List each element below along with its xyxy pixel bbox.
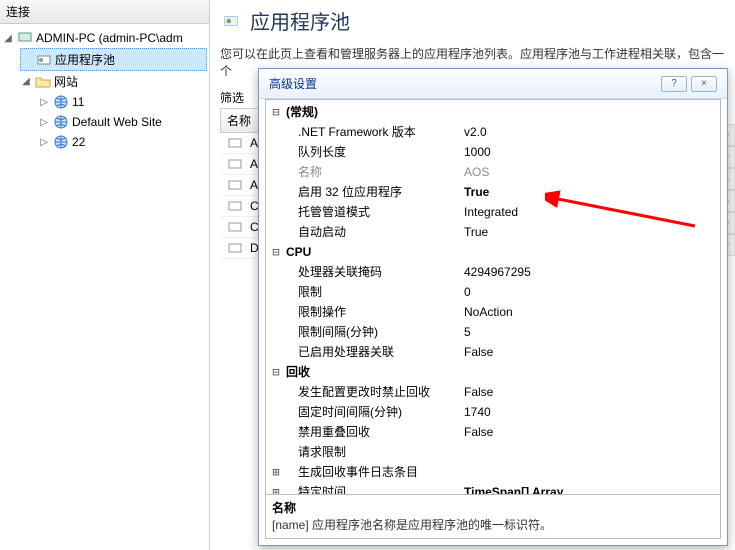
row-label: A <box>250 157 258 171</box>
prop-auto-start[interactable]: 自动启动True <box>268 222 718 242</box>
server-icon <box>17 30 33 46</box>
tree-sites-node[interactable]: ◢ 网站 <box>20 71 207 92</box>
category-cpu[interactable]: CPU <box>284 242 464 262</box>
connections-panel: 连接 ◢ ADMIN-PC (admin-PC\adm 应用程序池 ◢ 网站 ▷… <box>0 0 210 550</box>
tree-label: ADMIN-PC (admin-PC\adm <box>36 31 183 45</box>
filter-label: 筛选 <box>220 89 244 106</box>
collapse-icon[interactable]: ⊟ <box>268 102 284 122</box>
apppool-icon <box>227 156 243 172</box>
folder-icon <box>35 74 51 90</box>
expand-icon[interactable]: ▷ <box>38 137 50 148</box>
tree-label: 22 <box>72 135 85 149</box>
apppool-icon <box>36 52 52 68</box>
tree-site-node[interactable]: ▷ 11 <box>38 92 207 112</box>
description-pane: 名称 [name] 应用程序池名称是应用程序池的唯一标识符。 <box>266 494 720 538</box>
collapse-icon[interactable]: ◢ <box>20 76 32 87</box>
advanced-settings-dialog: 高级设置 ? × ⊟(常规) .NET Framework 版本v2.0 队列长… <box>258 68 728 546</box>
apppool-icon <box>227 177 243 193</box>
collapse-icon[interactable]: ◢ <box>2 33 14 44</box>
prop-affinity-mask[interactable]: 处理器关联掩码4294967295 <box>268 262 718 282</box>
property-grid[interactable]: ⊟(常规) .NET Framework 版本v2.0 队列长度1000 名称A… <box>266 100 720 494</box>
globe-icon <box>53 134 69 150</box>
tree-site-node[interactable]: ▷ Default Web Site <box>38 112 207 132</box>
apppool-icon <box>227 135 243 151</box>
dialog-body: ⊟(常规) .NET Framework 版本v2.0 队列长度1000 名称A… <box>265 99 721 539</box>
collapse-icon[interactable]: ⊟ <box>268 362 284 382</box>
tree-site-node[interactable]: ▷ 22 <box>38 132 207 152</box>
page-title: 应用程序池 <box>250 6 350 35</box>
prop-regular-interval[interactable]: 固定时间间隔(分钟)1740 <box>268 402 718 422</box>
prop-queue-length[interactable]: 队列长度1000 <box>268 142 718 162</box>
category-general[interactable]: (常规) <box>284 102 464 122</box>
tree-app-pools[interactable]: 应用程序池 <box>20 48 207 71</box>
prop-name[interactable]: 名称AOS <box>268 162 718 182</box>
connections-header: 连接 <box>0 0 209 24</box>
expand-icon[interactable]: ⊞ <box>268 462 284 482</box>
collapse-icon[interactable]: ⊟ <box>268 242 284 262</box>
prop-disallow-rotation[interactable]: 禁用重叠回收False <box>268 422 718 442</box>
apppool-icon <box>227 219 243 235</box>
prop-limit-interval[interactable]: 限制间隔(分钟)5 <box>268 322 718 342</box>
tree: ◢ ADMIN-PC (admin-PC\adm 应用程序池 ◢ 网站 ▷11▷… <box>0 24 209 156</box>
prop-gen-events[interactable]: ⊞生成回收事件日志条目 <box>268 462 718 482</box>
help-button[interactable]: ? <box>661 76 687 92</box>
expand-icon[interactable]: ▷ <box>38 117 50 128</box>
tree-server-node[interactable]: ◢ ADMIN-PC (admin-PC\adm <box>2 28 207 48</box>
tree-label: 应用程序池 <box>55 51 115 68</box>
globe-icon <box>53 94 69 110</box>
row-label: A <box>250 178 258 192</box>
prop-netfx[interactable]: .NET Framework 版本v2.0 <box>268 122 718 142</box>
tree-label: 11 <box>72 95 84 109</box>
apppool-icon <box>227 198 243 214</box>
prop-limit-action[interactable]: 限制操作NoAction <box>268 302 718 322</box>
apppool-icon <box>227 240 243 256</box>
globe-icon <box>53 114 69 130</box>
tree-label: 网站 <box>54 73 78 90</box>
description-title: 名称 <box>272 499 714 516</box>
row-label: A <box>250 136 258 150</box>
dialog-titlebar[interactable]: 高级设置 ? × <box>259 69 727 99</box>
description-text: [name] 应用程序池名称是应用程序池的唯一标识符。 <box>272 516 714 533</box>
category-recycle[interactable]: 回收 <box>284 362 464 382</box>
prop-request-limit[interactable]: 请求限制 <box>268 442 718 462</box>
prop-enable-32bit[interactable]: 启用 32 位应用程序True <box>268 182 718 202</box>
tree-label: Default Web Site <box>72 115 162 129</box>
prop-limit[interactable]: 限制0 <box>268 282 718 302</box>
prop-specific-times[interactable]: ⊞特定时间TimeSpan[] Array <box>268 482 718 494</box>
prop-pipeline-mode[interactable]: 托管管道模式Integrated <box>268 202 718 222</box>
dialog-title: 高级设置 <box>269 75 657 92</box>
close-button[interactable]: × <box>691 76 717 92</box>
expand-icon[interactable]: ⊞ <box>268 482 284 494</box>
apppool-large-icon <box>223 13 239 29</box>
prop-affinity-enabled[interactable]: 已启用处理器关联False <box>268 342 718 362</box>
prop-disallow-overlap[interactable]: 发生配置更改时禁止回收False <box>268 382 718 402</box>
expand-icon[interactable]: ▷ <box>38 97 50 108</box>
